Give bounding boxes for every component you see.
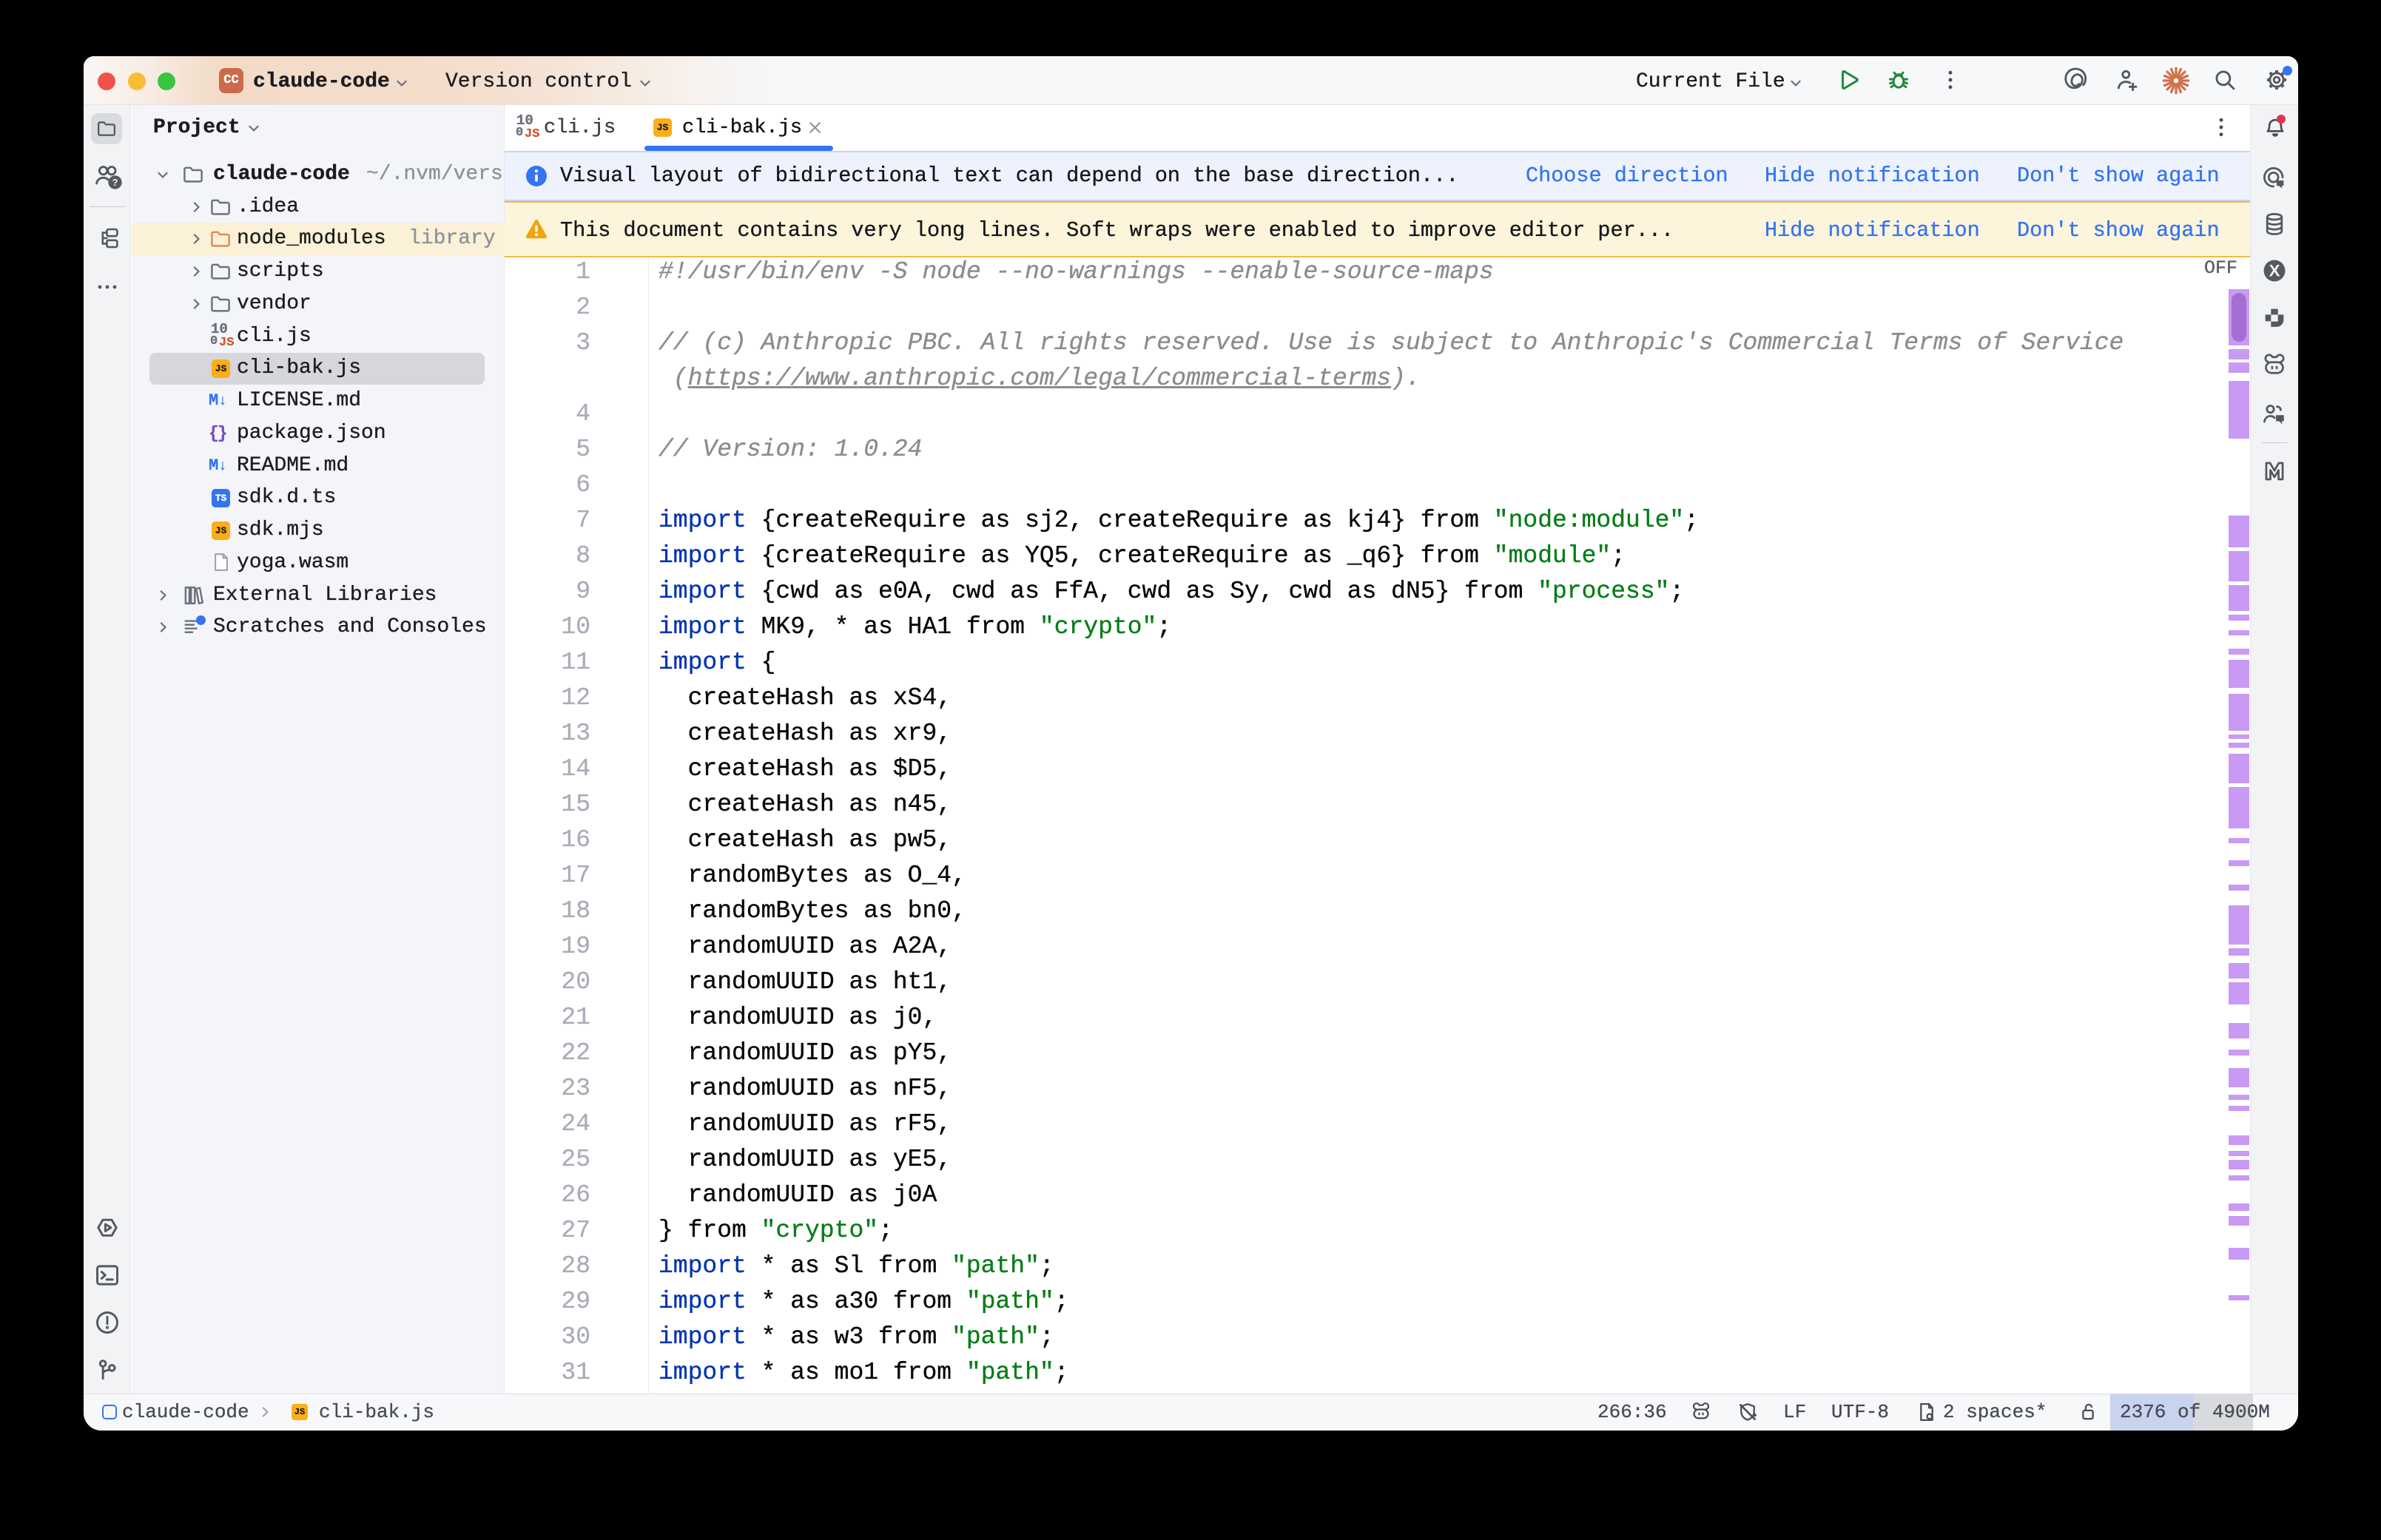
svg-text:?: ? bbox=[112, 178, 118, 188]
svg-text:X: X bbox=[2269, 262, 2280, 280]
